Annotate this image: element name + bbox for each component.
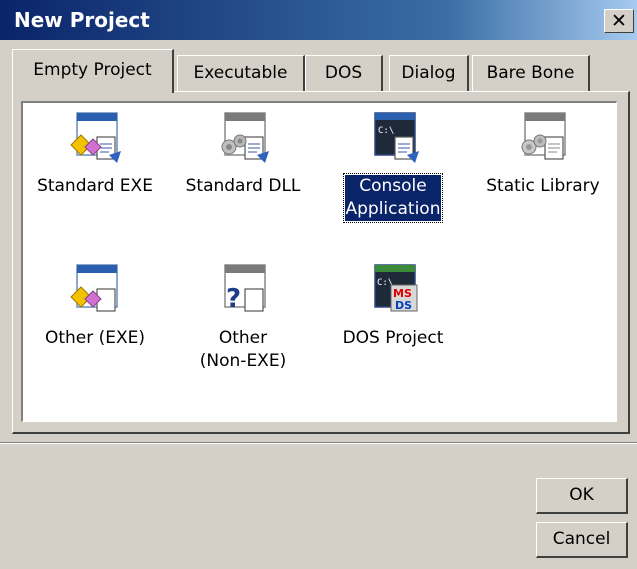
template-other-exe[interactable]: Other (EXE) [27,263,163,353]
tab-panel: Standard EXE Standard DLL C:\ Console Ap… [12,91,630,434]
other-exe-icon [67,263,123,319]
dos-project-icon: C:\ MS DS [365,263,421,319]
title-bar[interactable]: New Project ✕ [0,0,637,40]
template-label: Console Application [343,173,443,223]
template-other-non-exe[interactable]: ? Other (Non-EXE) [175,263,311,383]
standard-exe-icon [67,111,123,167]
other-non-exe-icon: ? [215,263,271,319]
tab-empty-project[interactable]: Empty Project [12,49,174,93]
project-template-list[interactable]: Standard EXE Standard DLL C:\ Console Ap… [21,101,617,422]
template-standard-dll[interactable]: Standard DLL [175,111,311,201]
template-label: Standard EXE [37,176,153,196]
static-library-icon [515,111,571,167]
cancel-button[interactable]: Cancel [536,522,628,558]
tab-executable[interactable]: Executable [177,55,305,91]
template-label: Other (Non-EXE) [199,328,287,371]
dialog-title: New Project [14,8,150,32]
tab-dialog[interactable]: Dialog [389,55,469,91]
svg-text:?: ? [226,284,241,314]
template-static-library[interactable]: Static Library [475,111,611,201]
close-button[interactable]: ✕ [604,9,634,33]
tab-dos[interactable]: DOS [305,55,383,91]
svg-text:DS: DS [395,299,412,312]
template-label: Static Library [486,176,600,196]
svg-text:C:\: C:\ [378,126,394,136]
template-standard-exe[interactable]: Standard EXE [27,111,163,201]
separator [0,442,637,444]
tab-bare-bone[interactable]: Bare Bone [472,55,590,91]
standard-dll-icon [215,111,271,167]
template-console-application[interactable]: C:\ Console Application [325,111,461,241]
template-label: DOS Project [342,328,444,348]
console-application-icon: C:\ [365,111,421,167]
template-dos-project[interactable]: C:\ MS DS DOS Project [325,263,461,353]
ok-button[interactable]: OK [536,478,628,514]
close-icon: ✕ [611,10,627,32]
new-project-dialog: New Project ✕ Empty Project Executable D… [0,0,637,569]
template-label: Standard DLL [185,176,301,196]
template-label: Other (EXE) [44,328,146,348]
